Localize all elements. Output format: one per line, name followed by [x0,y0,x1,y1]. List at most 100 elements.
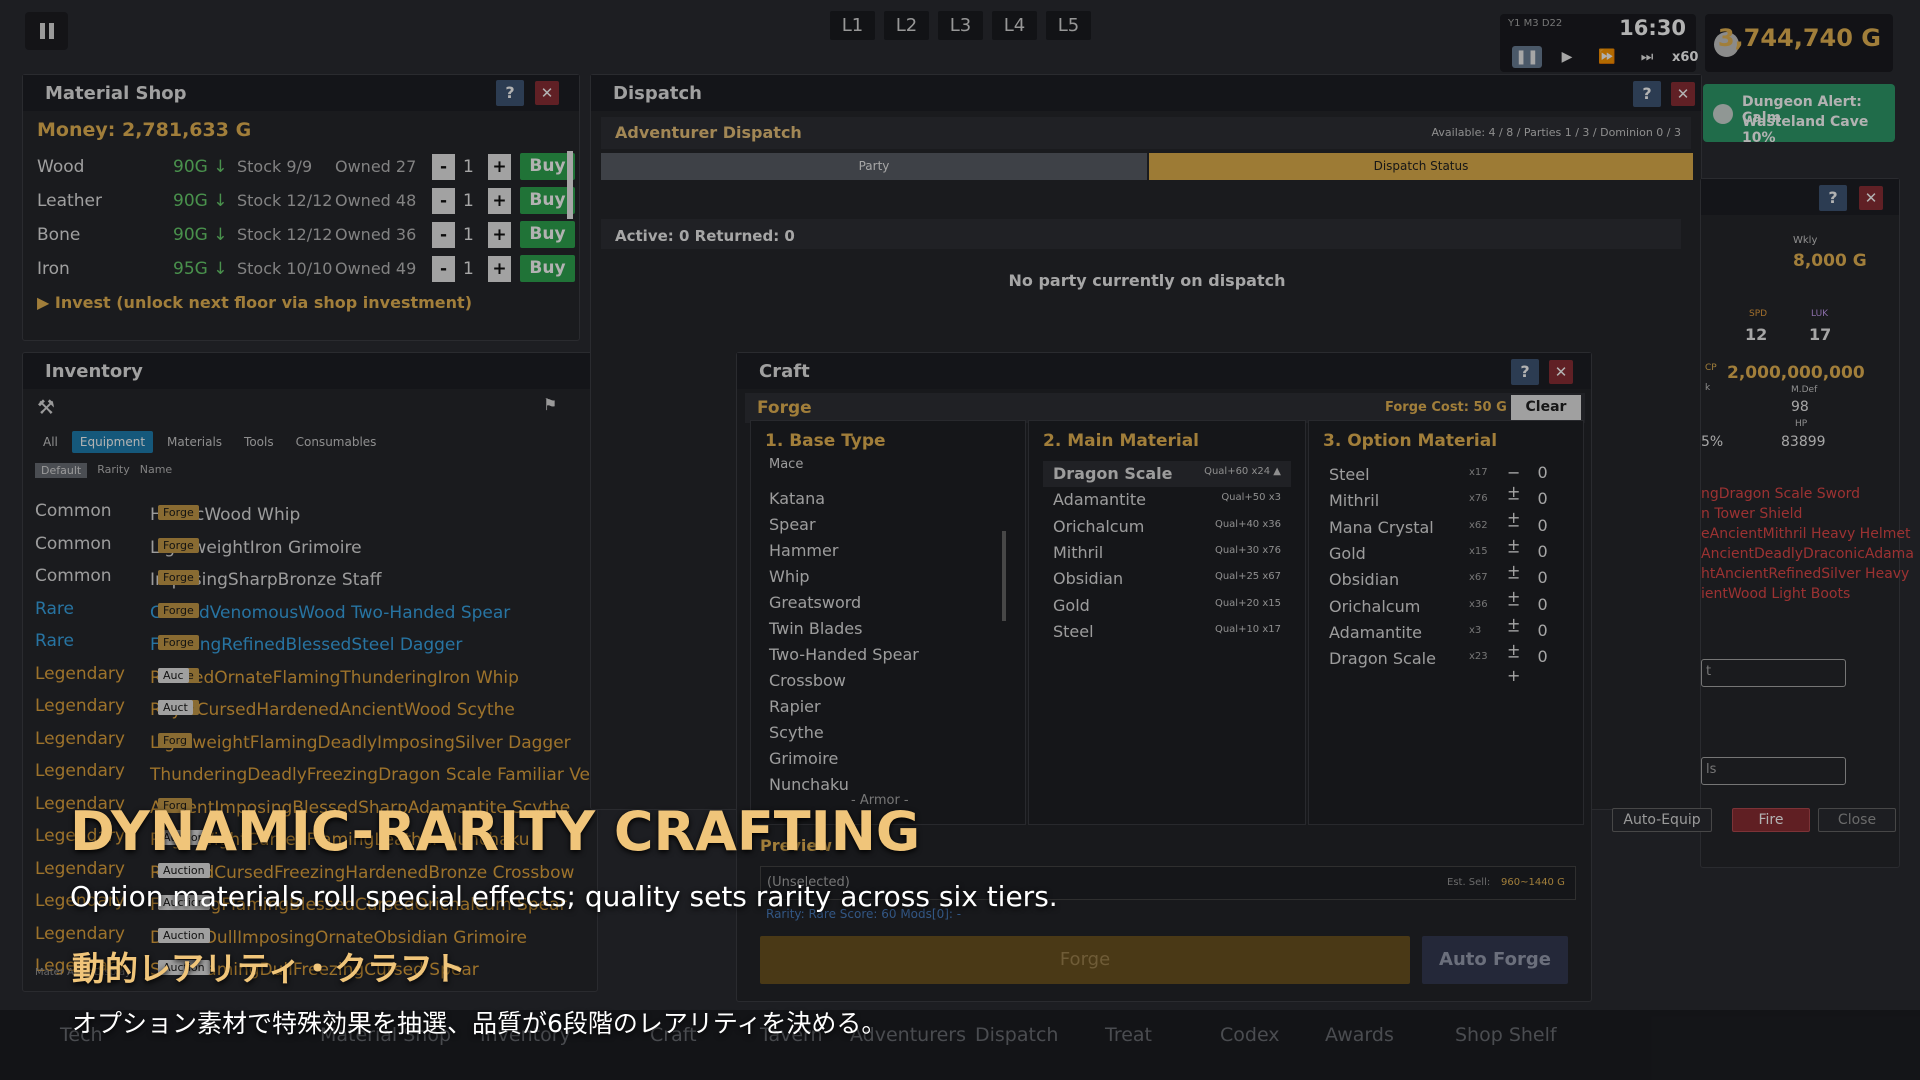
main-material-item[interactable]: Adamantite Qual+50 x3 [1043,487,1291,513]
base-type-item[interactable]: Two-Handed Spear [769,645,919,664]
main-material-item[interactable]: Steel Qual+10 x17 [1043,619,1291,645]
floor-l4-button[interactable]: L4 [992,11,1037,40]
qty-decrease-button[interactable]: - [432,154,455,180]
equipment-item[interactable]: AncientDeadlyDraconicAdama [1701,544,1914,564]
hero-skills-button[interactable]: ls [1701,757,1846,785]
base-type-item[interactable]: Rapier [769,697,821,716]
item-tag[interactable]: Auction [158,927,210,943]
buy-button[interactable]: Buy [520,221,575,248]
hero-action-button[interactable]: t [1701,659,1846,687]
floor-l5-button[interactable]: L5 [1046,11,1091,40]
skip-forward-icon[interactable]: ⏭ [1632,46,1662,68]
dungeon-alert[interactable]: Dungeon Alert: Calm Wasteland Cave 10% [1703,84,1895,146]
item-tag[interactable]: Auction [158,862,210,878]
inventory-row[interactable]: Rare FreezingRefinedBlessedSteel Dagger Fo… [35,627,597,659]
qty-increase-button[interactable]: + [488,188,511,214]
tab-all[interactable]: All [35,431,66,453]
item-tag[interactable]: Forge [158,602,199,618]
inventory-row[interactable]: Common ImposingSharpBronze Staff Forge [35,562,597,594]
hero-help-button[interactable]: ? [1819,185,1847,211]
base-type-item[interactable]: Hammer [769,541,838,560]
equipment-item[interactable]: ngDragon Scale Sword [1701,484,1914,504]
craft-close-button[interactable]: ✕ [1549,360,1573,384]
floor-l1-button[interactable]: L1 [830,11,875,40]
sort-name[interactable]: Name [140,463,172,478]
nav-shop-shelf[interactable]: Shop Shelf [1455,1024,1557,1046]
option-qty-stepper[interactable]: − 0 + [1507,647,1579,685]
base-type-item[interactable]: Whip [769,567,810,586]
base-type-scrollbar[interactable] [1002,531,1006,621]
forge-button[interactable]: Forge [760,936,1410,984]
tab-party[interactable]: Party [601,153,1147,180]
tab-consumables[interactable]: Consumables [288,431,385,453]
pause-button[interactable] [25,12,68,50]
sort-rarity[interactable]: Rarity [97,463,130,478]
craft-help-button[interactable]: ? [1511,359,1539,385]
shop-help-button[interactable]: ? [496,80,524,106]
item-tag[interactable]: Forge [158,537,199,553]
inventory-row[interactable]: Legendary RoyalCursedHardenedAncientWood … [35,692,597,724]
main-material-item[interactable]: Dragon Scale Qual+60 x24 ▲ [1043,461,1291,487]
base-type-item[interactable]: Scythe [769,723,824,742]
base-type-item[interactable]: Twin Blades [769,619,862,638]
shop-close-button[interactable]: ✕ [535,81,559,105]
tab-dispatch-status[interactable]: Dispatch Status [1149,153,1693,180]
base-type-item[interactable]: Mace [769,457,803,472]
qty-decrease-button[interactable]: - [432,256,455,282]
main-material-item[interactable]: Gold Qual+20 x15 [1043,593,1291,619]
pause-time-icon[interactable]: ❚❚ [1512,46,1542,68]
inventory-row[interactable]: Rare CursedVenomousWood Two-Handed Spear F… [35,595,597,627]
inventory-row[interactable]: Common LightweightIron Grimoire Forge [35,530,597,562]
fast-forward-icon[interactable]: ⏩ [1592,46,1622,68]
equipment-item[interactable]: eAncientMithril Heavy Helmet [1701,524,1914,544]
sort-default[interactable]: Default [35,463,88,478]
qty-increase-button[interactable]: + [488,154,511,180]
qty-decrease-button[interactable]: - [432,188,455,214]
item-tag[interactable]: Forge [158,635,199,650]
main-material-item[interactable]: Mithril Qual+30 x76 [1043,540,1291,566]
equipment-item[interactable]: n Tower Shield [1701,504,1914,524]
nav-dispatch[interactable]: Dispatch [975,1024,1058,1046]
floor-l2-button[interactable]: L2 [884,11,929,40]
item-tag[interactable]: Forg [158,732,192,748]
inventory-row[interactable]: Legendary ThunderingDeadlyFreezingDragon … [35,757,597,789]
base-type-item[interactable]: Grimoire [769,749,838,768]
item-tag[interactable]: Forge [158,570,199,585]
hammer-icon[interactable]: ⚒ [37,395,55,419]
base-type-item[interactable]: Crossbow [769,671,846,690]
nav-awards[interactable]: Awards [1325,1024,1394,1046]
fire-button[interactable]: Fire [1732,808,1810,832]
invest-toggle[interactable]: ▶ Invest (unlock next floor via shop inv… [37,293,472,312]
floor-l3-button[interactable]: L3 [938,11,983,40]
base-type-item[interactable]: Nunchaku [769,775,849,794]
close-button[interactable]: Close [1818,808,1896,832]
filter-icon[interactable]: ⚑ [543,395,557,414]
main-material-item[interactable]: Obsidian Qual+25 x67 [1043,566,1291,592]
item-tag[interactable]: Forge [158,505,199,520]
auto-equip-button[interactable]: Auto-Equip [1612,808,1712,832]
qty-increase-button[interactable]: + [488,256,511,282]
play-icon[interactable]: ▶ [1552,46,1582,68]
qty-increase-button[interactable]: + [488,222,511,248]
equipment-item[interactable]: htAncientRefinedSilver Heavy [1701,564,1914,584]
hero-close-button[interactable]: ✕ [1859,186,1883,210]
dispatch-close-button[interactable]: ✕ [1671,82,1695,106]
main-material-item[interactable]: Orichalcum Qual+40 x36 [1043,514,1291,540]
tab-tools[interactable]: Tools [236,431,282,453]
base-type-item[interactable]: Katana [769,489,825,508]
qty-decrease-button[interactable]: - [432,222,455,248]
auto-forge-button[interactable]: Auto Forge [1422,936,1568,984]
clear-button[interactable]: Clear [1511,395,1581,420]
nav-codex[interactable]: Codex [1220,1024,1280,1046]
item-tag[interactable]: Auc [158,667,189,683]
inventory-row[interactable]: Common HeroicWood Whip Forge [35,497,597,529]
shop-scrollbar[interactable] [567,151,573,219]
inventory-row[interactable]: Legendary RefinedOrnateFlamingThunderingI… [35,660,597,692]
inventory-row[interactable]: Legendary LightweightFlamingDeadlyImposin… [35,725,597,757]
base-type-item[interactable]: Spear [769,515,816,534]
nav-treat[interactable]: Treat [1105,1024,1152,1046]
buy-button[interactable]: Buy [520,255,575,282]
item-tag[interactable]: Auct [158,700,193,715]
equipment-item[interactable]: ientWood Light Boots [1701,584,1914,604]
dispatch-help-button[interactable]: ? [1633,81,1661,107]
